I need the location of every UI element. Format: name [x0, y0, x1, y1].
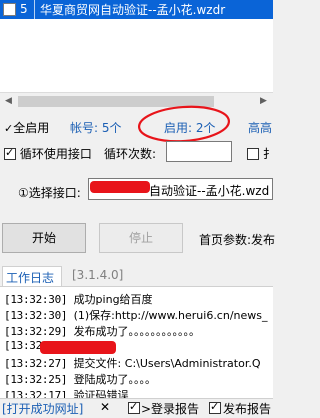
tab-log[interactable]: 工作日志	[2, 266, 62, 287]
select-all-label: 全启用	[13, 121, 50, 135]
work-log[interactable]: [13:32:30] 成功ping给百度 [13:32:30] (1)保存:ht…	[0, 286, 273, 402]
select-all-check-icon: ✓	[4, 122, 14, 135]
tab-log-label: 工作日志	[6, 271, 55, 285]
task-title: 华夏商贸网自动验证--孟小花.wzdr	[40, 3, 226, 17]
redaction-mark	[40, 341, 116, 354]
task-list-row[interactable]: 5 华夏商贸网自动验证--孟小花.wzdr	[0, 0, 273, 19]
extra-checkbox[interactable]	[247, 148, 259, 160]
loop-use-checkbox[interactable]	[4, 146, 16, 160]
scroll-left-icon[interactable]: ◀	[1, 94, 16, 109]
task-number: 5	[20, 2, 28, 16]
loop-use-toggle[interactable]: 循环使用接口	[4, 145, 92, 162]
log-entry: [13:32	[4, 339, 42, 352]
login-report-checkbox[interactable]	[128, 400, 140, 414]
log-entry: [13:32:30] (1)保存:http://www.herui6.cn/ne…	[4, 309, 268, 322]
publish-report-label: 发布报告	[223, 402, 272, 416]
stop-button[interactable]: 停止	[99, 223, 183, 253]
log-entry: [13:32:30] 成功ping给百度	[4, 293, 153, 306]
version-tab[interactable]: [3.1.4.0]	[72, 268, 123, 282]
close-icon[interactable]: ✕	[100, 400, 110, 414]
start-button[interactable]: 开始	[2, 223, 86, 253]
status-bar: [打开成功网址] ✕ >登录报告 发布报告	[0, 398, 273, 418]
interface-value: 自动验证--孟小花.wzd	[149, 184, 270, 198]
accounts-count: 帐号: 5个	[70, 121, 122, 135]
log-entry: [13:32:25] 登陆成功了。。。。	[4, 373, 157, 386]
select-all-toggle[interactable]: ✓全启用	[4, 119, 49, 136]
task-list[interactable]: 5 华夏商贸网自动验证--孟小花.wzdr	[0, 0, 273, 92]
extra-label: 扌	[262, 147, 275, 161]
publish-report-checkbox[interactable]	[209, 400, 221, 414]
redaction-mark	[90, 181, 150, 193]
advanced-link[interactable]: 高高	[248, 119, 272, 136]
loop-count-label: 循环次数:	[104, 147, 157, 161]
login-report-label: >登录报告	[141, 402, 200, 416]
scroll-right-icon[interactable]: ▶	[256, 94, 271, 109]
extra-toggle[interactable]: 扌	[247, 145, 275, 162]
interface-label: ①选择接口:	[18, 186, 81, 200]
loop-count-input[interactable]	[166, 141, 232, 162]
log-entry: [13:32:27] 提交文件: C:\Users\Administrator.…	[4, 357, 261, 370]
column-divider	[34, 0, 35, 19]
task-checkbox[interactable]	[3, 3, 16, 16]
annotation-circle	[137, 105, 231, 143]
log-entry: [13:32:29] 发布成功了。。。。。。。。。。。。	[4, 325, 201, 338]
homepage-params-label: 首页参数:发布	[199, 233, 276, 247]
loop-use-label: 循环使用接口	[19, 147, 92, 161]
open-success-url-link[interactable]: [打开成功网址]	[2, 400, 83, 417]
